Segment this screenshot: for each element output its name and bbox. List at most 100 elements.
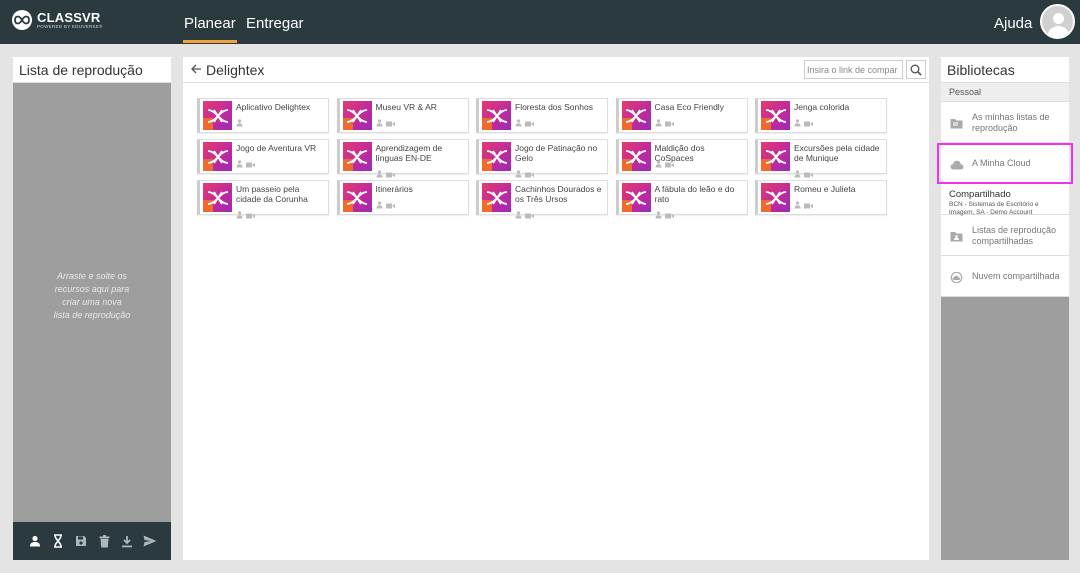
delightex-logo-icon xyxy=(761,183,790,212)
library-label: A Minha Cloud xyxy=(972,158,1031,168)
resource-meta-icons xyxy=(515,206,534,224)
trash-icon[interactable] xyxy=(96,533,112,549)
resource-card[interactable]: Jogo de Aventura VR xyxy=(197,139,329,174)
classvr-logo[interactable]: CLASSVR POWERED BY EDUVERSE® xyxy=(12,10,103,30)
person-icon xyxy=(794,114,801,132)
library-label: Nuvem compartilhada xyxy=(972,271,1060,281)
logo-title: CLASSVR xyxy=(37,9,101,25)
libraries-title: Bibliotecas xyxy=(941,57,1069,83)
resource-card[interactable]: Romeu e Julieta xyxy=(755,180,887,215)
resource-title: Jogo de Aventura VR xyxy=(236,143,317,153)
video-icon xyxy=(246,155,255,173)
delightex-logo-icon xyxy=(203,101,232,130)
resource-card[interactable]: Maldição dos CoSpaces xyxy=(615,139,748,174)
video-icon xyxy=(664,206,674,224)
resource-title: Casa Eco Friendly xyxy=(654,102,724,112)
playlist-toolbar xyxy=(13,522,171,560)
resource-meta-icons xyxy=(376,196,395,214)
person-icon xyxy=(515,206,522,224)
back-arrow-icon[interactable] xyxy=(191,63,202,77)
delightex-logo-icon xyxy=(621,101,651,130)
delightex-logo-icon xyxy=(761,101,790,130)
resource-meta-icons xyxy=(794,114,813,132)
resource-title: Floresta dos Sonhos xyxy=(515,102,593,112)
drop-zone-hint[interactable]: Arraste e solte os recursos aqui para cr… xyxy=(13,270,171,322)
share-link-input[interactable] xyxy=(804,60,903,79)
resource-card[interactable]: Jogo de Patinação no Gelo xyxy=(476,139,608,178)
hourglass-icon[interactable] xyxy=(50,533,66,549)
resource-card[interactable]: Jenga colorida xyxy=(755,98,887,133)
person-icon xyxy=(655,206,662,224)
playlist-panel-title: Lista de reprodução xyxy=(13,57,171,83)
delightex-logo-icon xyxy=(342,142,372,171)
avatar[interactable] xyxy=(1040,4,1075,39)
person-icon xyxy=(376,114,383,132)
library-label: As minhas listas de reprodução xyxy=(972,112,1050,133)
playlist-folder-icon xyxy=(950,116,963,134)
video-icon xyxy=(385,196,395,214)
resource-title: A fábula do leão e do rato xyxy=(654,184,735,204)
person-icon xyxy=(236,155,243,173)
logo-subtitle: POWERED BY EDUVERSE® xyxy=(37,23,103,29)
library-label: Listas de reprodução compartilhadas xyxy=(972,225,1057,246)
cloud-icon xyxy=(950,157,964,175)
delightex-logo-icon xyxy=(203,183,232,212)
resource-card[interactable]: Aprendizagem de línguas EN-DE xyxy=(336,139,469,178)
video-icon xyxy=(246,206,255,224)
resource-grid: Aplicativo Delightex Museu VR & AR Florest… xyxy=(197,98,887,219)
content-header: Delightex xyxy=(183,57,929,83)
video-icon xyxy=(804,114,813,132)
resource-meta-icons xyxy=(655,206,674,224)
infinity-icon xyxy=(12,10,32,30)
resource-card[interactable]: Itinerários xyxy=(336,180,469,215)
person-icon xyxy=(655,155,662,173)
library-my-playlists[interactable]: As minhas listas de reprodução xyxy=(941,102,1069,143)
resource-card[interactable]: A fábula do leão e do rato xyxy=(615,180,748,219)
resource-title: Museu VR & AR xyxy=(375,102,437,112)
tab-entregar[interactable]: Entregar xyxy=(246,15,304,32)
person-icon xyxy=(515,114,522,132)
library-my-cloud[interactable]: A Minha Cloud xyxy=(937,143,1073,184)
shared-section-title: Compartilhado xyxy=(949,189,1011,200)
search-button[interactable] xyxy=(906,60,926,79)
resource-meta-icons xyxy=(515,114,534,132)
person-icon xyxy=(236,114,243,132)
resource-title: Itinerários xyxy=(375,184,413,194)
video-icon xyxy=(804,196,813,214)
user-icon[interactable] xyxy=(27,533,43,549)
resource-card[interactable]: Museu VR & AR xyxy=(336,98,469,133)
help-link[interactable]: Ajuda xyxy=(994,15,1032,32)
library-shared-playlists[interactable]: Listas de reprodução compartilhadas xyxy=(941,215,1069,256)
resource-card[interactable]: Aplicativo Delightex xyxy=(197,98,329,133)
resource-card[interactable]: Cachinhos Dourados e os Três Ursos xyxy=(476,180,608,219)
shared-cloud-icon xyxy=(950,270,963,288)
video-icon xyxy=(664,114,674,132)
resource-meta-icons xyxy=(655,114,674,132)
resource-meta-icons xyxy=(376,114,395,132)
download-icon[interactable] xyxy=(119,533,135,549)
resource-card[interactable]: Excursões pela cidade de Munique xyxy=(755,139,887,178)
personal-section-label: Pessoal xyxy=(941,83,1069,102)
resource-meta-icons xyxy=(794,196,813,214)
resource-title: Excursões pela cidade de Munique xyxy=(794,143,880,163)
delightex-logo-icon xyxy=(342,101,372,130)
video-icon xyxy=(525,206,534,224)
resource-meta-icons xyxy=(236,114,243,132)
send-icon[interactable] xyxy=(142,533,158,549)
delightex-logo-icon xyxy=(761,142,790,171)
person-icon xyxy=(236,206,243,224)
libraries-panel: Bibliotecas Pessoal As minhas listas de … xyxy=(937,57,1073,560)
resource-card[interactable]: Casa Eco Friendly xyxy=(615,98,748,133)
delightex-logo-icon xyxy=(342,183,372,212)
library-shared-cloud[interactable]: Nuvem compartilhada xyxy=(941,256,1069,297)
resource-meta-icons xyxy=(236,206,255,224)
resource-card[interactable]: Floresta dos Sonhos xyxy=(476,98,608,133)
tab-planear[interactable]: Planear xyxy=(183,15,237,43)
content-panel: Delightex Aplicativo Delightex Museu VR &… xyxy=(183,57,929,560)
resource-meta-icons xyxy=(655,155,674,173)
resource-title: Cachinhos Dourados e os Três Ursos xyxy=(515,184,602,204)
save-icon[interactable] xyxy=(73,533,89,549)
resource-card[interactable]: Um passeio pela cidade da Corunha xyxy=(197,180,329,219)
resource-title: Aprendizagem de línguas EN-DE xyxy=(375,143,443,163)
video-icon xyxy=(525,114,534,132)
